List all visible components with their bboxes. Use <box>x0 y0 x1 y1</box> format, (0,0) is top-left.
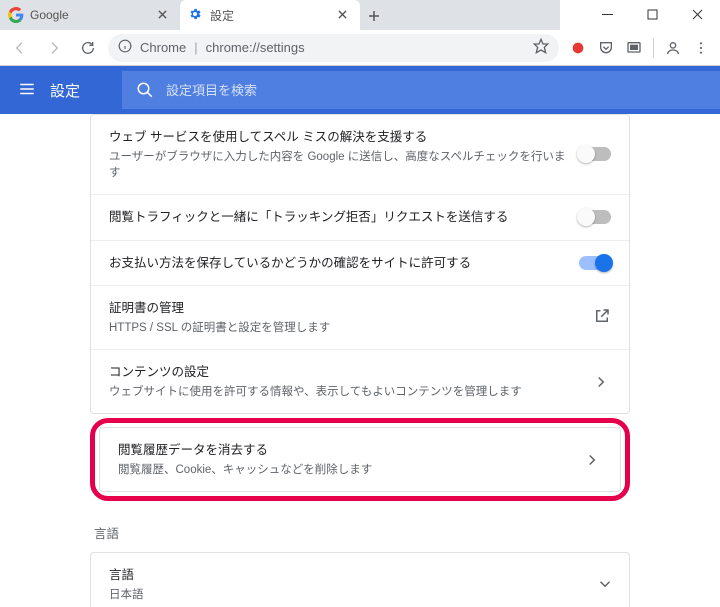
settings-search[interactable] <box>122 71 720 109</box>
back-button[interactable] <box>6 34 34 62</box>
row-title: お支払い方法を保存しているかどうかの確認をサイトに許可する <box>109 254 567 273</box>
close-tab-icon[interactable] <box>158 8 172 22</box>
pocket-icon[interactable] <box>593 35 619 61</box>
row-do-not-track[interactable]: 閲覧トラフィックと一緒に「トラッキング拒否」リクエストを送信する <box>91 195 629 241</box>
row-content-settings[interactable]: コンテンツの設定 ウェブサイトに使用を許可する情報や、表示してもよいコンテンツを… <box>91 350 629 413</box>
toggle[interactable] <box>579 256 611 270</box>
address-url: chrome://settings <box>206 40 305 55</box>
forward-button[interactable] <box>40 34 68 62</box>
maximize-button[interactable] <box>630 0 675 28</box>
tab-title: 設定 <box>210 7 332 24</box>
highlight-annotation: 閲覧履歴データを消去する 閲覧履歴、Cookie、キャッシュなどを削除します <box>90 418 630 501</box>
toggle[interactable] <box>579 210 611 224</box>
address-separator: | <box>194 40 197 55</box>
browser-toolbar: Chrome | chrome://settings <box>0 30 720 66</box>
google-favicon <box>8 7 24 23</box>
row-sub: 閲覧履歴、Cookie、キャッシュなどを削除します <box>118 462 570 478</box>
row-spellcheck-service[interactable]: ウェブ サービスを使用してスペル ミスの解決を支援する ユーザーがブラウザに入力… <box>91 115 629 195</box>
privacy-card: ウェブ サービスを使用してスペル ミスの解決を支援する ユーザーがブラウザに入力… <box>90 114 630 414</box>
new-tab-button[interactable] <box>360 2 388 30</box>
reload-button[interactable] <box>74 34 102 62</box>
account-icon[interactable] <box>660 35 686 61</box>
menu-dots-icon[interactable] <box>688 35 714 61</box>
row-language[interactable]: 言語 日本語 <box>91 553 629 607</box>
cast-icon[interactable] <box>621 35 647 61</box>
row-payment-check[interactable]: お支払い方法を保存しているかどうかの確認をサイトに許可する <box>91 241 629 287</box>
chrome-info-icon <box>118 39 132 56</box>
hamburger-icon[interactable] <box>18 80 36 101</box>
chevron-right-icon <box>591 376 611 388</box>
settings-content: ウェブ サービスを使用してスペル ミスの解決を支援する ユーザーがブラウザに入力… <box>90 114 630 607</box>
row-sub: ユーザーがブラウザに入力した内容を Google に送信し、高度なスペルチェック… <box>109 149 567 181</box>
settings-search-input[interactable] <box>166 83 706 98</box>
row-sub: ウェブサイトに使用を許可する情報や、表示してもよいコンテンツを管理します <box>109 384 579 400</box>
row-manage-certificates[interactable]: 証明書の管理 HTTPS / SSL の証明書と設定を管理します <box>91 286 629 350</box>
address-bar[interactable]: Chrome | chrome://settings <box>108 34 559 62</box>
gear-favicon <box>188 7 204 23</box>
row-title: 証明書の管理 <box>109 299 581 318</box>
section-label-language: 言語 <box>94 523 630 542</box>
search-icon <box>136 81 154 99</box>
language-card: 言語 日本語 スペルチェック 英語（アメリカ合衆国） <box>90 552 630 607</box>
row-clear-browsing-data[interactable]: 閲覧履歴データを消去する 閲覧履歴、Cookie、キャッシュなどを削除します <box>100 428 620 491</box>
row-title: コンテンツの設定 <box>109 363 579 382</box>
row-title: 閲覧トラフィックと一緒に「トラッキング拒否」リクエストを送信する <box>109 208 567 227</box>
toolbar-divider <box>653 38 654 58</box>
row-title: 閲覧履歴データを消去する <box>118 441 570 460</box>
settings-header: 設定 <box>0 66 720 114</box>
settings-title: 設定 <box>50 80 80 101</box>
toggle[interactable] <box>579 147 611 161</box>
tab-google[interactable]: Google <box>0 0 180 30</box>
close-tab-icon[interactable] <box>338 8 352 22</box>
minimize-button[interactable] <box>585 0 630 28</box>
row-sub: HTTPS / SSL の証明書と設定を管理します <box>109 320 581 336</box>
row-title: 言語 <box>109 566 599 585</box>
close-window-button[interactable] <box>675 0 720 28</box>
settings-viewport[interactable]: ウェブ サービスを使用してスペル ミスの解決を支援する ユーザーがブラウザに入力… <box>0 114 720 607</box>
address-chip: Chrome <box>140 40 186 55</box>
external-link-icon <box>593 307 611 328</box>
tab-settings[interactable]: 設定 <box>180 0 360 30</box>
tab-title: Google <box>30 8 152 22</box>
star-icon[interactable] <box>533 38 549 57</box>
chevron-right-icon <box>582 454 602 466</box>
extension-red-icon[interactable] <box>565 35 591 61</box>
row-sub: 日本語 <box>109 587 599 603</box>
chevron-down-icon <box>599 577 611 591</box>
row-title: ウェブ サービスを使用してスペル ミスの解決を支援する <box>109 128 567 147</box>
tab-strip: Google 設定 <box>0 0 560 30</box>
